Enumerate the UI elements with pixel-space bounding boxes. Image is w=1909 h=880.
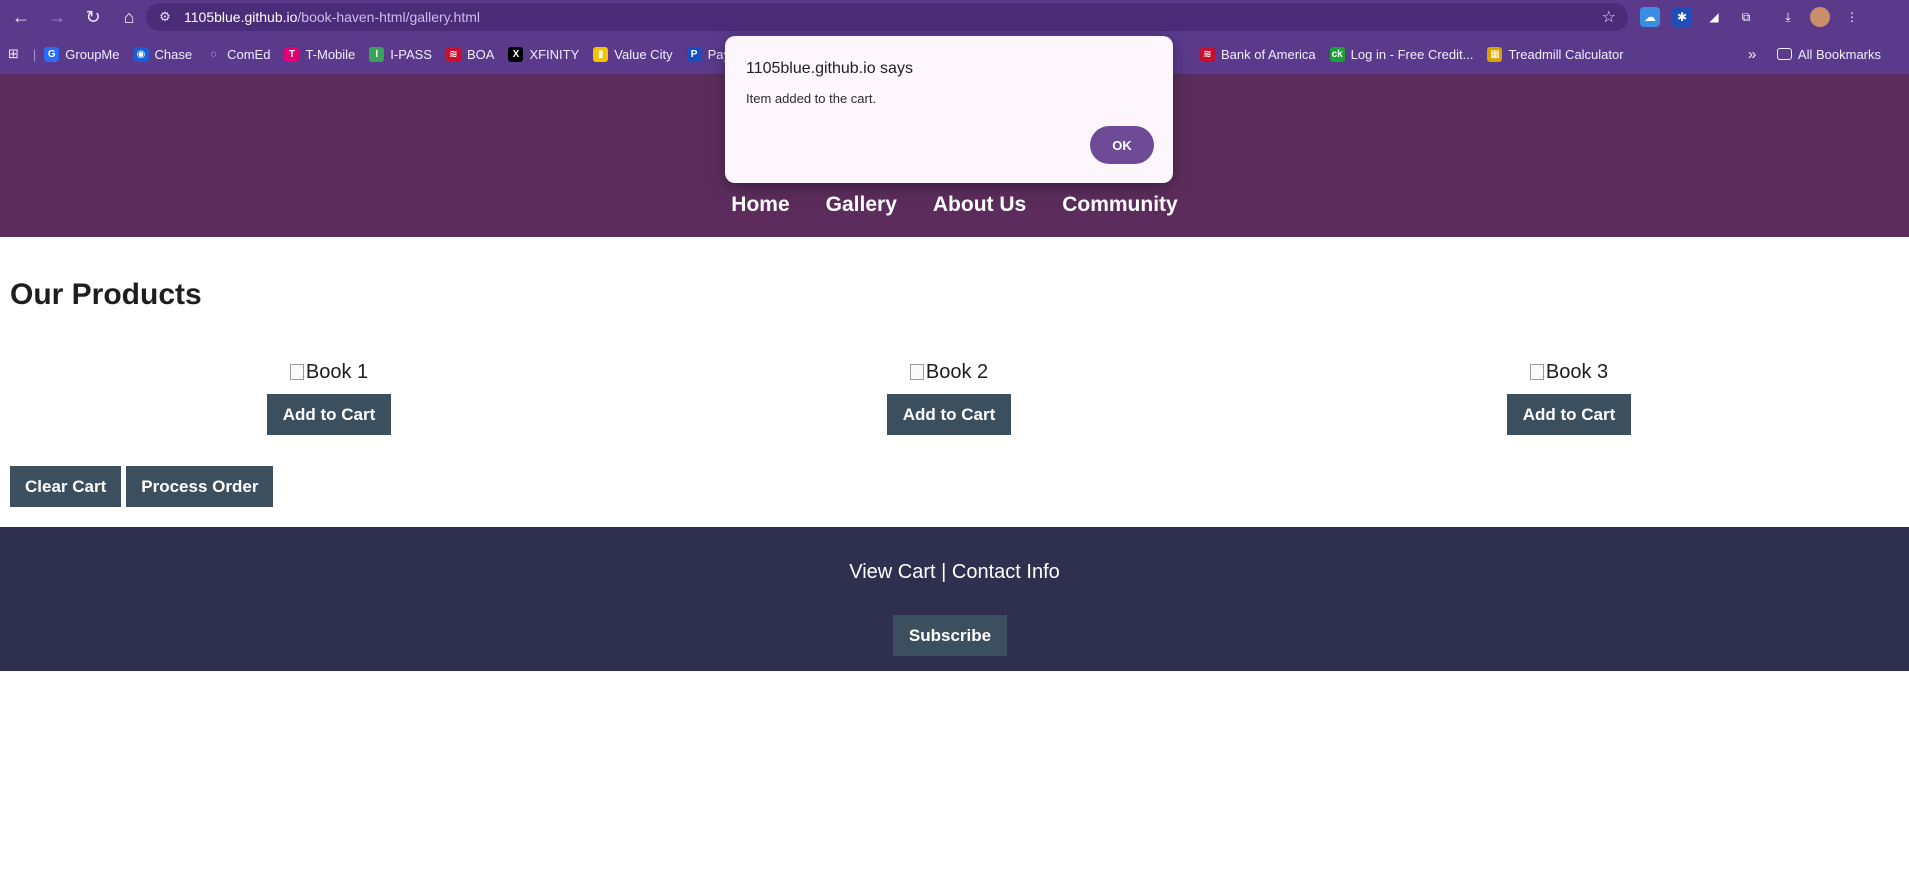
cart-actions: Clear Cart Process Order xyxy=(10,466,274,507)
book-image-alt: Book 3 xyxy=(1545,361,1609,383)
book-image-alt: Book 1 xyxy=(305,361,369,383)
alert-dialog: 1105blue.github.io says Item added to th… xyxy=(725,36,1173,183)
book-image-alt: Book 2 xyxy=(925,361,989,383)
bookmark-label: GroupMe xyxy=(65,46,120,62)
browser-toolbar: ← → ↻ ⌂ ⚙ 1105blue.github.io/book-haven-… xyxy=(0,0,1909,34)
bookmark-favicon-icon: ▮ xyxy=(593,46,609,62)
add-to-cart-button[interactable]: Add to Cart xyxy=(887,394,1011,435)
bookmark-label: Value City xyxy=(614,46,673,62)
address-bar[interactable]: ⚙ 1105blue.github.io/book-haven-html/gal… xyxy=(146,3,1628,31)
bookmark-item[interactable]: ≋ BOA xyxy=(445,46,495,62)
bookmark-favicon-icon: ◉ xyxy=(133,46,149,62)
footer-separator: | xyxy=(941,561,947,583)
bookmark-item[interactable]: G GroupMe xyxy=(44,46,120,62)
bookmark-favicon-icon: ≋ xyxy=(445,46,461,62)
bookmark-favicon-icon: P xyxy=(686,46,702,62)
nav-home[interactable]: Home xyxy=(731,193,789,217)
url-path: /book-haven-html/gallery.html xyxy=(297,9,481,25)
book-image: Book 1 xyxy=(289,358,369,386)
back-icon[interactable]: ← xyxy=(6,2,36,32)
add-to-cart-button[interactable]: Add to Cart xyxy=(1507,394,1631,435)
page-title: Our Products xyxy=(10,278,202,311)
bookmark-item[interactable]: ◉ Chase xyxy=(133,46,193,62)
product-card: Book 3 Add to Cart xyxy=(1419,358,1719,435)
bookmark-item[interactable]: T T-Mobile xyxy=(284,46,356,62)
bookmark-item[interactable]: P Pay xyxy=(686,46,730,62)
bookmark-favicon-icon: ▦ xyxy=(1487,46,1503,62)
bookmark-item[interactable]: I I-PASS xyxy=(369,46,432,62)
extensions-area: ☁ ✱ ◢ ⧉ ⤓ ⋮ xyxy=(1640,4,1862,30)
bookmark-label: T-Mobile xyxy=(305,46,356,62)
nav-gallery[interactable]: Gallery xyxy=(826,193,897,217)
url-text: 1105blue.github.io/book-haven-html/galle… xyxy=(184,9,480,25)
bookmark-favicon-icon: I xyxy=(369,46,385,62)
book-image: Book 2 xyxy=(909,358,989,386)
bookmark-label: Chase xyxy=(154,46,193,62)
product-grid: Book 1 Add to Cart Book 2 Add to Cart Bo… xyxy=(0,358,1909,438)
bookmark-label: BOA xyxy=(466,46,495,62)
bookmark-label: XFINITY xyxy=(529,46,580,62)
folder-icon xyxy=(1776,48,1792,60)
bookmark-label: I-PASS xyxy=(390,46,432,62)
broken-image-icon xyxy=(1529,364,1544,380)
view-cart-link[interactable]: View Cart xyxy=(849,561,935,583)
forward-icon[interactable]: → xyxy=(42,2,72,32)
bookmark-label: Log in - Free Credit... xyxy=(1350,46,1474,62)
bookmark-item[interactable]: ◌ ComEd xyxy=(206,46,271,62)
bookmark-item[interactable]: ≋ Bank of America xyxy=(1199,46,1316,62)
nav-about-us[interactable]: About Us xyxy=(933,193,1026,217)
bookmark-label: Treadmill Calculator xyxy=(1508,46,1624,62)
bookmark-label: ComEd xyxy=(227,46,271,62)
all-bookmarks-label: All Bookmarks xyxy=(1797,46,1881,62)
bookmark-favicon-icon: T xyxy=(284,46,300,62)
bookmark-favicon-icon: X xyxy=(508,46,524,62)
subscribe-button[interactable]: Subscribe xyxy=(893,615,1007,656)
site-info-icon[interactable]: ⚙ xyxy=(152,7,178,27)
all-bookmarks[interactable]: All Bookmarks xyxy=(1776,34,1881,74)
dialog-title: 1105blue.github.io says xyxy=(746,60,913,77)
broken-image-icon xyxy=(289,364,304,380)
reload-icon[interactable]: ↻ xyxy=(78,2,108,32)
nav-community[interactable]: Community xyxy=(1062,193,1178,217)
product-card: Book 1 Add to Cart xyxy=(179,358,479,435)
clear-cart-button[interactable]: Clear Cart xyxy=(10,466,122,507)
dialog-message: Item added to the cart. xyxy=(746,91,877,106)
bookmark-favicon-icon: ck xyxy=(1329,46,1345,62)
profile-avatar[interactable] xyxy=(1810,7,1830,27)
snowflake-extension-icon[interactable]: ✱ xyxy=(1672,7,1692,27)
ok-button[interactable]: OK xyxy=(1090,126,1154,164)
book-image: Book 3 xyxy=(1529,358,1609,386)
menu-dots-icon[interactable]: ⋮ xyxy=(1842,7,1862,27)
bookmark-favicon-icon: ≋ xyxy=(1199,46,1215,62)
puzzle-extensions-icon[interactable]: ⧉ xyxy=(1736,7,1756,27)
site-nav: Home Gallery About Us Community xyxy=(0,193,1909,217)
bookmark-label: Bank of America xyxy=(1220,46,1316,62)
bookmarks-divider: | xyxy=(32,46,37,62)
add-to-cart-button[interactable]: Add to Cart xyxy=(267,394,391,435)
cloud-extension-icon[interactable]: ☁ xyxy=(1640,7,1660,27)
apps-grid-icon[interactable]: ⊞ xyxy=(8,46,19,62)
bookmark-item[interactable]: ck Log in - Free Credit... xyxy=(1329,46,1474,62)
bookmark-item[interactable]: ▮ Value City xyxy=(593,46,673,62)
product-card: Book 2 Add to Cart xyxy=(799,358,1099,435)
bookmark-item[interactable]: X XFINITY xyxy=(508,46,580,62)
more-bookmarks-icon[interactable]: » xyxy=(1748,34,1756,74)
process-order-button[interactable]: Process Order xyxy=(126,466,274,507)
contact-info-link[interactable]: Contact Info xyxy=(952,561,1060,583)
figure-extension-icon[interactable]: ◢ xyxy=(1704,7,1724,27)
broken-image-icon xyxy=(909,364,924,380)
url-host: 1105blue.github.io xyxy=(184,9,298,25)
bookmark-star-icon[interactable]: ☆ xyxy=(1602,7,1616,27)
home-icon[interactable]: ⌂ xyxy=(114,2,144,32)
footer-links: View Cart | Contact Info xyxy=(0,561,1909,584)
bookmark-favicon-icon: G xyxy=(44,46,60,62)
bookmark-item[interactable]: ▦ Treadmill Calculator xyxy=(1487,46,1624,62)
bookmark-favicon-icon: ◌ xyxy=(206,46,222,62)
download-icon[interactable]: ⤓ xyxy=(1778,7,1798,27)
